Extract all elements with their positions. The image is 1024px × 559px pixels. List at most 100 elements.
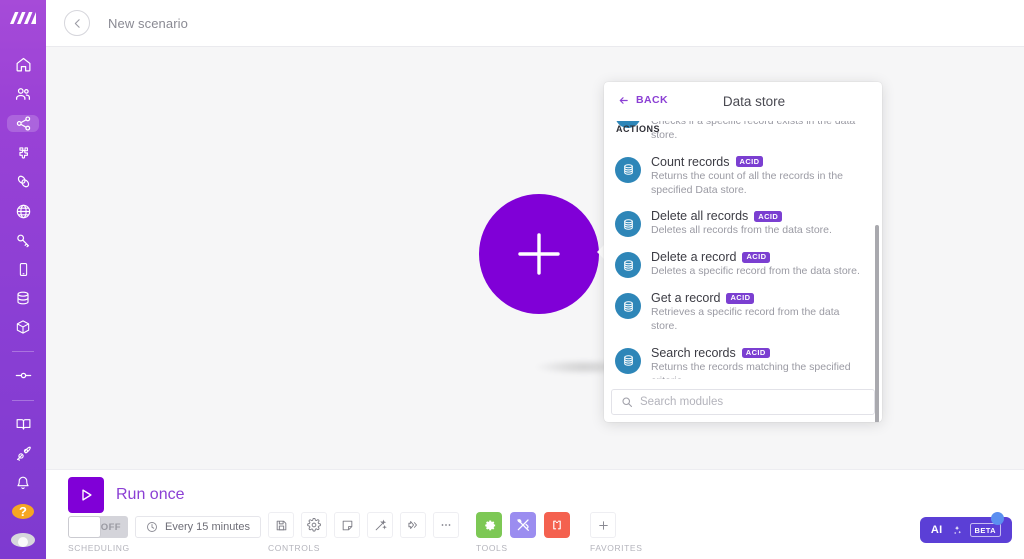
tools-cross-icon (517, 519, 529, 531)
gear-icon (484, 519, 495, 530)
save-button[interactable] (268, 512, 294, 538)
add-favorite-button[interactable] (590, 512, 616, 538)
scheduling-group-label: SCHEDULING (68, 543, 130, 553)
sidebar-divider-2 (12, 400, 34, 402)
panel-back-button[interactable]: BACK (618, 94, 668, 106)
ai-notification-dot (991, 512, 1004, 525)
search-icon (622, 397, 633, 408)
acid-badge: ACID (742, 251, 771, 263)
ellipsis-icon (441, 524, 451, 526)
toggle-knob (69, 517, 100, 537)
tools-group-label: TOOLS (476, 543, 508, 553)
module-list-item[interactable]: Count records ACID Returns the count of al… (604, 149, 882, 204)
flow-arrow-icon (408, 521, 417, 529)
explain-flow-button[interactable] (400, 512, 426, 538)
module-list-item[interactable]: Search records ACID Returns the records ma… (604, 340, 882, 379)
panel-back-label: BACK (636, 94, 668, 106)
module-title: Delete all records (651, 209, 749, 224)
sidebar-item-notifications[interactable] (8, 474, 38, 491)
clock-icon (147, 522, 157, 532)
arrow-left-icon (619, 96, 628, 104)
module-list-item[interactable]: Delete all records ACID Deletes all record… (604, 203, 882, 244)
sidebar-item-team[interactable] (8, 85, 38, 103)
sidebar-item-data-structures[interactable] (8, 319, 38, 336)
scheduling-group: OFF Every 15 minutes SCHEDULING (68, 516, 261, 553)
run-once-button[interactable]: Run once (68, 477, 185, 513)
ai-beta-badge: BETA (969, 523, 1001, 537)
module-list-item[interactable]: Delete a record ACID Deletes a specific re… (604, 244, 882, 285)
sidebar-item-data-stores[interactable] (8, 290, 38, 307)
sidebar-item-keys[interactable] (8, 232, 38, 249)
floppy-save-icon (276, 520, 286, 530)
magic-wand-icon (375, 518, 387, 530)
module-list-scrollbar[interactable] (875, 225, 879, 422)
sidebar-item-custom-apps[interactable] (8, 366, 38, 385)
auto-align-button[interactable] (367, 512, 393, 538)
module-picker-panel: BACK Data store ACTIONS Check the existe… (604, 82, 882, 422)
user-avatar[interactable] (11, 533, 35, 547)
ai-assistant-button[interactable]: AI BETA (919, 512, 1012, 543)
gear-icon (307, 518, 321, 532)
module-description: Deletes all records from the data store. (651, 224, 832, 237)
data-store-module-icon (615, 252, 641, 279)
bottom-toolbar: Run once OFF Every 15 minutes SCHEDULING (46, 469, 1024, 559)
toggle-state-label: OFF (100, 521, 121, 533)
sidebar-item-docs[interactable] (8, 416, 38, 433)
sticky-note-icon (342, 520, 352, 530)
make-scenario-editor: ? New scenario BACK Data store ACTIONS C… (0, 0, 1024, 559)
ai-label: AI (930, 524, 943, 536)
data-store-module-icon (615, 211, 641, 238)
module-description: Returns the count of all the records in … (651, 169, 844, 196)
help-button[interactable]: ? (12, 504, 34, 520)
sidebar-item-whats-new[interactable] (8, 445, 38, 462)
play-icon (68, 477, 104, 513)
sparkle-icon (953, 525, 961, 534)
controls-group-label: CONTROLS (268, 543, 321, 553)
schedule-interval-label: Every 15 minutes (165, 521, 250, 533)
scenario-name[interactable]: New scenario (108, 16, 188, 31)
brackets-icon (553, 520, 561, 530)
tools-red-button[interactable] (544, 512, 570, 538)
settings-button[interactable] (301, 512, 327, 538)
sidebar-divider (12, 350, 34, 352)
arrow-left-circle-icon[interactable] (64, 10, 90, 36)
module-description: Retrieves a specific record from the dat… (651, 306, 840, 333)
acid-badge: ACID (741, 347, 770, 359)
sidebar-item-scenarios[interactable] (7, 115, 39, 133)
module-description: Returns the records matching the specifi… (651, 360, 851, 379)
data-store-module-icon (615, 156, 641, 183)
sidebar-item-webhooks[interactable] (8, 203, 38, 220)
module-list-item[interactable]: Get a record ACID Retrieves a specific rec… (604, 285, 882, 340)
sidebar-item-devices[interactable] (8, 261, 38, 278)
data-store-module-icon (615, 347, 641, 374)
acid-badge: ACID (735, 156, 764, 168)
favorites-group-label: FAVORITES (590, 543, 643, 553)
data-store-module-icon (615, 293, 641, 320)
sidebar-item-templates[interactable] (8, 144, 38, 161)
add-module-button[interactable] (479, 194, 599, 314)
module-title: Search records (651, 345, 736, 360)
notes-button[interactable] (334, 512, 360, 538)
plus-icon (598, 520, 608, 530)
acid-badge: ACID (726, 292, 755, 304)
tools-group: TOOLS (476, 512, 570, 553)
panel-header: BACK Data store (604, 82, 882, 121)
sidebar-item-home[interactable] (8, 56, 38, 73)
acid-badge: ACID (754, 211, 783, 222)
module-list[interactable]: Check the existence of a recordACIDCheck… (604, 121, 882, 379)
sidebar-item-connections[interactable] (8, 173, 38, 190)
search-modules-box[interactable] (611, 389, 875, 415)
tools-purple-button[interactable] (510, 512, 536, 538)
top-bar: New scenario (46, 0, 1024, 47)
module-description: Checks if a specific record exists in th… (651, 121, 856, 141)
more-button[interactable] (433, 512, 459, 538)
make-logo-icon[interactable] (0, 6, 46, 32)
module-title: Count records (651, 154, 730, 169)
tools-green-button[interactable] (476, 512, 502, 538)
scheduling-toggle[interactable]: OFF (68, 516, 128, 538)
left-sidebar: ? (0, 0, 46, 559)
module-title: Get a record (651, 291, 721, 306)
schedule-interval-chip[interactable]: Every 15 minutes (135, 516, 261, 538)
panel-section-label: ACTIONS (616, 124, 660, 134)
search-modules-input[interactable] (640, 396, 865, 408)
